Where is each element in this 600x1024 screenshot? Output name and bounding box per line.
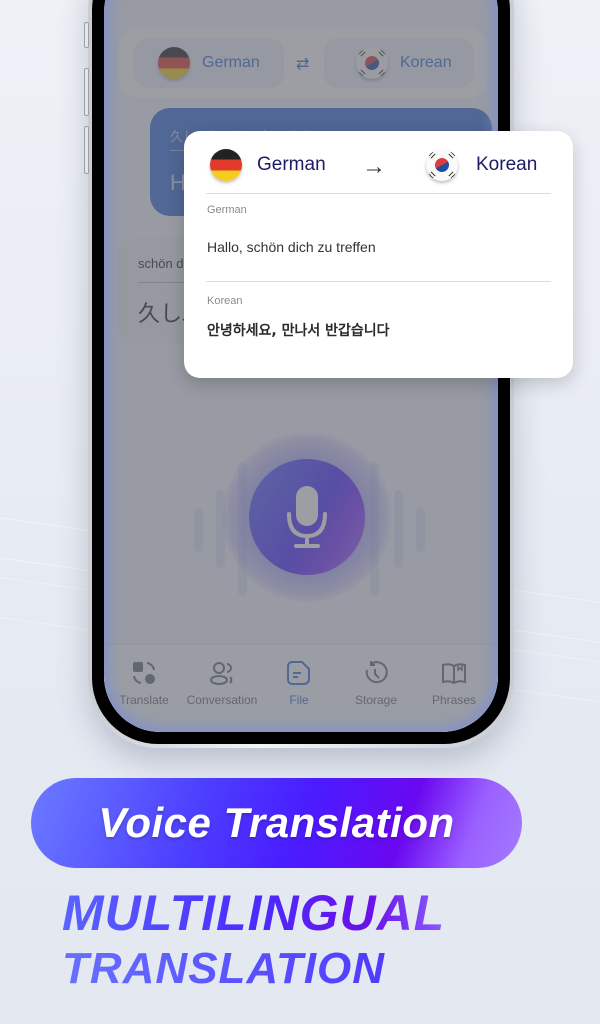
flag-trigram bbox=[448, 171, 456, 179]
germany-flag-icon bbox=[210, 149, 242, 181]
phone-side-button bbox=[84, 22, 89, 48]
headline-line-1: MULTILINGUAL bbox=[62, 885, 446, 941]
translated-text: 안녕하세요, 만나서 반갑습니다 bbox=[207, 323, 390, 339]
popup-source-label: German bbox=[257, 154, 326, 175]
south-korea-flag-icon bbox=[426, 149, 458, 181]
popup-divider bbox=[206, 281, 551, 282]
popup-divider bbox=[206, 193, 551, 194]
phone-side-button bbox=[84, 126, 89, 174]
arrow-right-icon: → bbox=[362, 153, 386, 180]
target-language-caption: Korean bbox=[207, 295, 243, 307]
source-language-caption: German bbox=[207, 204, 247, 216]
phone-side-button bbox=[84, 68, 89, 116]
flag-trigram bbox=[448, 151, 456, 159]
flag-trigram bbox=[428, 151, 436, 159]
flag-trigram bbox=[428, 171, 436, 179]
feature-pill-text: Voice Translation bbox=[98, 799, 455, 846]
popup-source-language: German bbox=[210, 149, 326, 181]
translation-popup-card: German → Korean German Hallo, schön dich… bbox=[184, 131, 573, 378]
feature-pill: Voice Translation bbox=[31, 778, 522, 868]
headline-line-2: TRANSLATION bbox=[62, 944, 386, 993]
source-text: Hallo, schön dich zu treffen bbox=[207, 239, 376, 255]
popup-language-header: German → Korean bbox=[210, 147, 551, 193]
popup-target-language: Korean bbox=[426, 149, 537, 181]
popup-target-label: Korean bbox=[476, 154, 538, 175]
